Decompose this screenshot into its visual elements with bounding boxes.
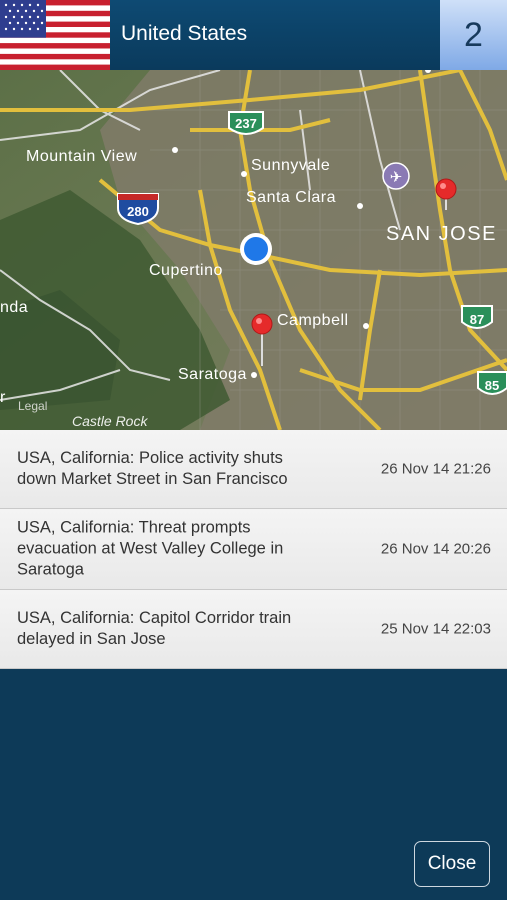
h237-shield-icon: 237 — [228, 111, 264, 135]
h85-label: 85 — [485, 378, 499, 393]
incident-title: USA, California: Police activity shuts d… — [17, 449, 288, 488]
h237-label: 237 — [235, 116, 257, 131]
incident-title: USA, California: Threat prompts evacuati… — [17, 518, 284, 579]
svg-text:✈: ✈ — [390, 168, 403, 186]
label-castle-rock: Castle Rock — [72, 413, 148, 429]
incident-time: 26 Nov 14 21:26 — [380, 460, 491, 478]
airport-icon: ✈ — [382, 162, 410, 190]
incident-time: 26 Nov 14 20:26 — [380, 540, 491, 558]
incident-time: 25 Nov 14 22:03 — [380, 620, 491, 638]
label-saratoga: Saratoga — [178, 366, 247, 383]
h87-shield-icon: 87 — [461, 305, 493, 329]
label-santa-clara: Santa Clara — [246, 189, 336, 206]
label-san-jose: San Jose — [386, 223, 497, 245]
h85-shield-icon: 85 — [477, 371, 507, 395]
map-view[interactable]: 280 237 87 85 ✈ Mountain View Sunnyvale … — [0, 70, 507, 430]
country-title: United States — [121, 22, 248, 45]
list-item[interactable]: USA, California: Police activity shuts d… — [0, 430, 507, 509]
legal-link[interactable]: Legal — [18, 399, 47, 413]
close-button[interactable]: Close — [414, 841, 490, 887]
label-cupertino: Cupertino — [149, 262, 223, 279]
label-mountain-view: Mountain View — [26, 148, 137, 165]
list-item[interactable]: USA, California: Capitol Corridor train … — [0, 590, 507, 669]
i280-shield-icon: 280 — [117, 193, 159, 226]
incident-list: USA, California: Police activity shuts d… — [0, 430, 507, 669]
header-bar: United States 2 — [0, 0, 507, 70]
list-item[interactable]: USA, California: Threat prompts evacuati… — [0, 509, 507, 590]
label-sunnyvale: Sunnyvale — [251, 157, 330, 174]
label-r: r — [0, 389, 6, 406]
label-campbell: Campbell — [277, 312, 349, 329]
h87-label: 87 — [470, 312, 484, 327]
incident-title: USA, California: Capitol Corridor train … — [17, 609, 292, 648]
i280-label: 280 — [127, 204, 149, 219]
label-nda: nda — [0, 299, 28, 316]
current-location-icon — [240, 233, 272, 265]
incident-count-badge[interactable]: 2 — [440, 0, 507, 70]
us-flag-icon — [0, 0, 110, 70]
